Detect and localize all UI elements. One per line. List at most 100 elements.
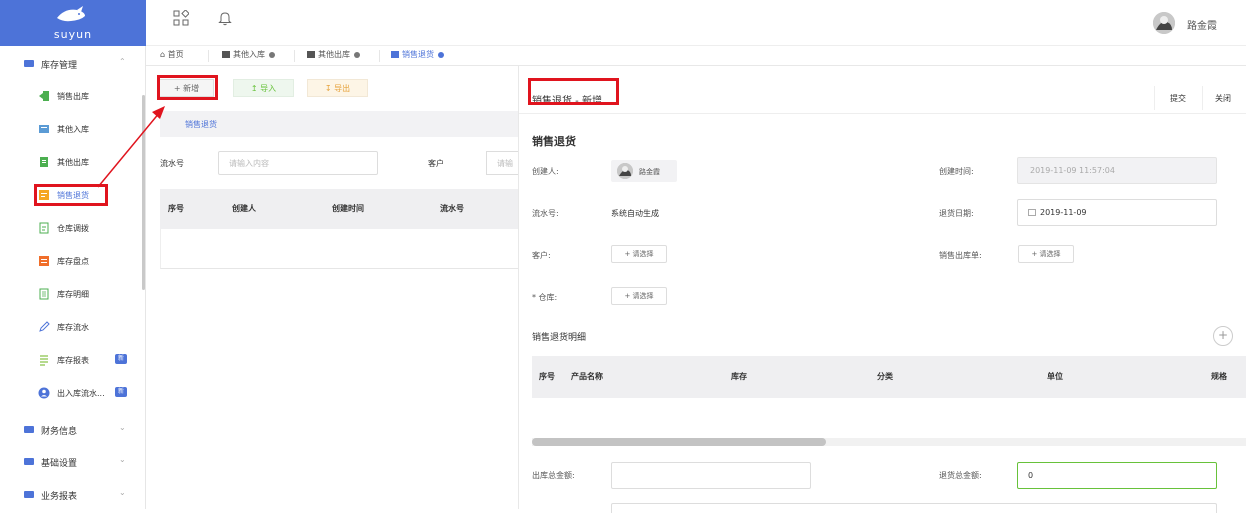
detail-scrollbar-thumb[interactable]	[532, 438, 826, 446]
column-header[interactable]: 规格	[1211, 371, 1227, 382]
apps-grid-icon[interactable]	[173, 10, 189, 26]
return-date-label: 退货日期:	[939, 209, 974, 218]
import-button[interactable]: ↥ 导入	[233, 79, 294, 97]
tab-divider	[208, 50, 209, 62]
return-date-picker[interactable]: 2019-11-09	[1017, 199, 1217, 226]
avatar[interactable]	[1153, 12, 1175, 34]
created-time-field: 2019-11-09 11:57:04	[1017, 157, 1217, 184]
created-time-label: 创建时间:	[939, 167, 974, 176]
sidebar-item-stock-report[interactable]: 库存报表 新	[0, 349, 142, 371]
customer-label: 客户	[428, 159, 444, 168]
sidebar-item-sales-out[interactable]: 销售出库	[0, 85, 142, 107]
bell-icon[interactable]	[218, 10, 232, 26]
user-name[interactable]: 路金霞	[1187, 17, 1217, 32]
column-header[interactable]: 创建时间	[332, 203, 364, 214]
import-label: 导入	[260, 84, 277, 93]
customer-label: 客户:	[532, 251, 551, 260]
logo[interactable]: suyun	[0, 0, 146, 46]
menu-group-label: 财务信息	[41, 427, 78, 437]
transfer-doc-icon	[39, 222, 49, 234]
column-header[interactable]: 单位	[1047, 371, 1063, 382]
header-divider	[1154, 86, 1155, 110]
sidebar-item-label: 库存明细	[57, 290, 89, 299]
chevron-up-icon: ⌃	[119, 57, 126, 66]
flow-number-search-input[interactable]	[218, 151, 378, 175]
out-total-input[interactable]	[611, 462, 811, 489]
menu-group-label: 基础设置	[41, 459, 78, 469]
sidebar-scrollbar[interactable]	[142, 95, 145, 290]
tab-divider	[379, 50, 380, 62]
annotation-box-add	[157, 75, 218, 100]
remark-input[interactable]	[611, 503, 1217, 513]
submit-button[interactable]: 提交	[1170, 93, 1186, 104]
calendar-icon	[1028, 209, 1036, 216]
tab-label: 首页	[167, 50, 184, 59]
column-header[interactable]: 序号	[539, 371, 555, 382]
column-header[interactable]: 分类	[877, 371, 893, 382]
tab-close-icon[interactable]	[354, 51, 360, 58]
add-detail-button[interactable]: +	[1213, 326, 1233, 346]
tab-other-in[interactable]: 其他入库	[222, 49, 275, 63]
form-panel: 销售退货 - 新增 提交 关闭 销售退货 创建人: 路金霞 创建时间: 2019…	[518, 66, 1246, 513]
list-table-body	[160, 229, 518, 269]
menu-group-basic[interactable]: 基础设置 ⌄	[0, 452, 142, 472]
tab-home[interactable]: ⌂ 首页	[160, 49, 184, 63]
sidebar-item-label: 库存盘点	[57, 257, 89, 266]
warehouse-select-button[interactable]: + 请选择	[611, 287, 667, 305]
creator-chip: 路金霞	[611, 160, 677, 182]
clipboard-icon	[40, 157, 48, 167]
list-title: 销售退货	[185, 120, 217, 129]
tab-doc-icon	[391, 51, 399, 58]
new-badge: 新	[115, 387, 128, 397]
column-header[interactable]: 库存	[731, 371, 747, 382]
annotation-box-sidebar	[34, 184, 108, 206]
chevron-down-icon: ⌄	[119, 423, 126, 432]
menu-group-inventory[interactable]: 库存管理 ⌃	[0, 54, 142, 74]
tab-close-icon[interactable]	[269, 51, 275, 58]
customer-search-input[interactable]	[486, 151, 518, 175]
menu-group-report[interactable]: 业务报表 ⌄	[0, 485, 142, 505]
exit-door-icon	[39, 91, 49, 101]
column-header[interactable]: 创建人	[232, 203, 256, 214]
export-label: 导出	[334, 84, 351, 93]
sidebar-item-label: 其他出库	[57, 158, 89, 167]
out-total-label: 出库总金额:	[532, 471, 575, 480]
sidebar-item-other-in[interactable]: 其他入库	[0, 118, 142, 140]
column-header[interactable]: 流水号	[440, 203, 464, 214]
folder-icon	[24, 491, 34, 498]
return-total-input[interactable]: 0	[1017, 462, 1217, 489]
sidebar-item-label: 库存流水	[57, 323, 89, 332]
creator-name: 路金霞	[639, 168, 660, 176]
creator-avatar	[617, 163, 633, 179]
sidebar-item-stocktake[interactable]: 库存盘点	[0, 250, 142, 272]
export-button[interactable]: ↧ 导出	[307, 79, 368, 97]
sidebar: suyun 库存管理 ⌃ 销售出库 其他入库 其他出库 销售退货 仓库调拨 库存…	[0, 0, 146, 509]
sidebar-item-other-out[interactable]: 其他出库	[0, 151, 142, 173]
sidebar-item-stock-detail[interactable]: 库存明细	[0, 283, 142, 305]
tab-doc-icon	[222, 51, 230, 58]
column-header[interactable]: 产品名称	[571, 371, 603, 382]
close-button[interactable]: 关闭	[1215, 93, 1231, 104]
tab-close-icon[interactable]	[438, 51, 444, 58]
sidebar-item-inout-flow[interactable]: 出入库流水... 新	[0, 382, 142, 404]
return-total-label: 退货总金额:	[939, 471, 982, 480]
list-box-icon	[39, 256, 49, 266]
sidebar-item-stock-flow[interactable]: 库存流水	[0, 316, 142, 338]
chevron-down-icon: ⌄	[119, 488, 126, 497]
folder-icon	[24, 458, 34, 465]
tab-other-out[interactable]: 其他出库	[307, 49, 360, 63]
tab-sales-return[interactable]: 销售退货	[391, 49, 444, 63]
tab-label: 销售退货	[402, 50, 434, 59]
top-header: 路金霞	[146, 0, 1246, 46]
sales-order-select-button[interactable]: + 请选择	[1018, 245, 1074, 263]
sidebar-item-transfer[interactable]: 仓库调拨	[0, 217, 142, 239]
list-title-bar: 销售退货	[160, 111, 518, 137]
flow-number-label: 流水号	[160, 159, 184, 168]
menu-group-label: 业务报表	[41, 492, 78, 502]
report-icon	[40, 355, 48, 366]
column-header[interactable]: 序号	[168, 203, 184, 214]
menu-group-finance[interactable]: 财务信息 ⌄	[0, 420, 142, 440]
detail-table-body	[532, 398, 1246, 438]
customer-select-button[interactable]: + 请选择	[611, 245, 667, 263]
download-icon: ↧	[324, 84, 332, 93]
